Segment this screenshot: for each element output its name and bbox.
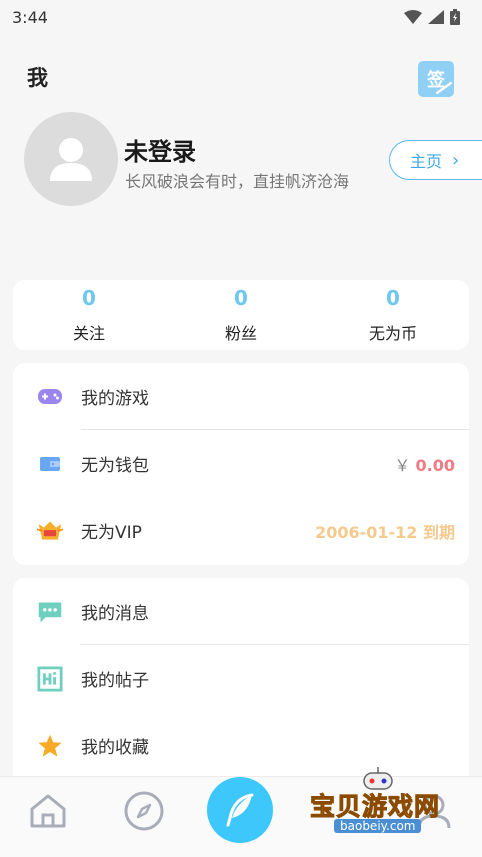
posts-icon [37, 665, 63, 692]
currency-symbol: ￥ [394, 455, 411, 475]
battery-icon [450, 9, 460, 25]
vip-expiry: 2006-01-12 到期 [315, 522, 455, 542]
menu-label: 无为钱包 [81, 456, 149, 476]
tab-home[interactable] [28, 791, 68, 831]
status-bar: 3:44 [0, 0, 482, 34]
menu-label: 我的消息 [81, 604, 149, 624]
tab-post[interactable] [207, 777, 273, 843]
page-title: 我 [27, 66, 48, 90]
menu-card-content: 我的消息 我的帖子 我的收藏 [13, 578, 469, 788]
pen-icon [436, 82, 452, 94]
balance-amount: 0.00 [415, 455, 455, 475]
wallet-icon [37, 451, 63, 477]
menu-item-posts[interactable]: 我的帖子 [13, 645, 469, 712]
gamepad-icon [37, 384, 63, 410]
menu-item-messages[interactable]: 我的消息 [13, 578, 469, 645]
homepage-button[interactable]: 主页 › [389, 140, 482, 180]
menu-label: 我的收藏 [81, 738, 149, 758]
menu-item-wallet[interactable]: 无为钱包 ￥ 0.00 [13, 430, 469, 497]
menu-card-account: 我的游戏 无为钱包 ￥ 0.00 无为VIP 2006-01-12 到期 [13, 363, 469, 565]
watermark-url: baobeiy.com [334, 819, 422, 833]
stat-coins[interactable]: 0 无为币 [317, 280, 469, 350]
stat-label: 无为币 [368, 324, 417, 343]
wallet-balance: ￥ 0.00 [394, 452, 455, 476]
tab-discover[interactable] [124, 791, 164, 831]
compass-icon [124, 791, 164, 831]
status-time: 3:44 [12, 7, 48, 27]
stat-value: 0 [234, 286, 248, 310]
menu-item-my-games[interactable]: 我的游戏 [13, 363, 469, 430]
stat-label: 粉丝 [224, 324, 257, 343]
stat-fans[interactable]: 0 粉丝 [165, 280, 317, 350]
stat-value: 0 [386, 286, 400, 310]
signal-icon [428, 10, 444, 24]
stat-label: 关注 [72, 324, 105, 343]
stat-following[interactable]: 0 关注 [13, 280, 165, 350]
vip-icon [37, 518, 63, 544]
wifi-icon [404, 10, 422, 24]
stats-card: 0 关注 0 粉丝 0 无为币 [13, 280, 469, 350]
message-icon [37, 599, 63, 625]
watermark-text: 宝贝游戏网 [309, 792, 441, 822]
chevron-right-icon: › [452, 149, 460, 171]
user-placeholder-icon [50, 138, 92, 181]
status-icons [404, 9, 460, 25]
homepage-label: 主页 [410, 152, 443, 171]
user-name[interactable]: 未登录 [124, 132, 196, 167]
sign-in-button[interactable]: 签 [418, 61, 454, 97]
star-icon [37, 733, 63, 759]
feather-icon [226, 793, 254, 827]
user-motto: 长风破浪会有时，直挂帆济沧海 [125, 172, 350, 191]
home-icon [30, 794, 66, 828]
watermark: 宝贝游戏网 baobeiy.com [300, 765, 470, 845]
menu-label: 无为VIP [81, 523, 142, 543]
menu-label: 我的帖子 [81, 671, 149, 691]
menu-label: 我的游戏 [81, 389, 149, 409]
menu-item-vip[interactable]: 无为VIP 2006-01-12 到期 [13, 497, 469, 564]
avatar[interactable] [24, 112, 118, 206]
stat-value: 0 [82, 286, 96, 310]
